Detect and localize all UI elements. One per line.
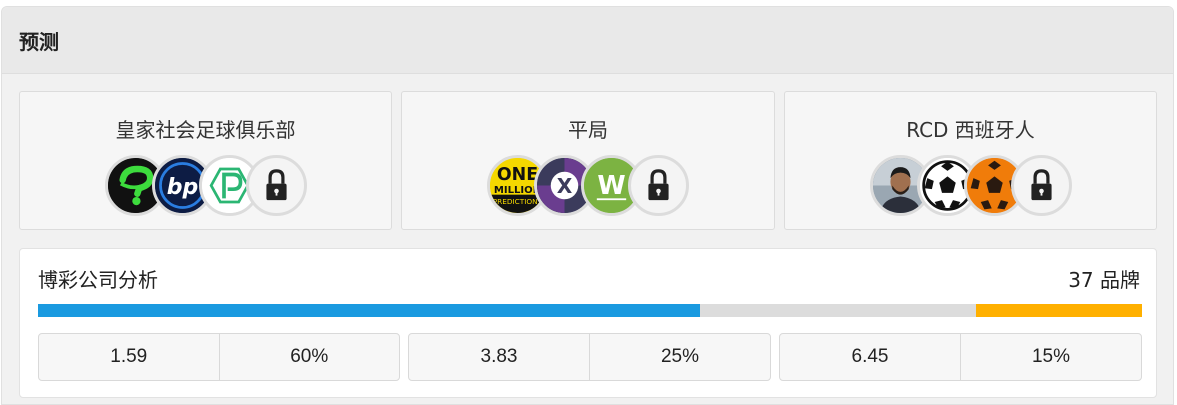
bookmaker-analysis-title: 博彩公司分析 [38,267,158,292]
distribution-segment-home [38,304,701,317]
tipster-avatars-home: bp [104,155,307,216]
odds-boxes: 1.59 60% 3.83 25% 6.45 15% [38,333,1142,382]
x-logo-text: X [557,174,573,198]
prediction-card-draw[interactable]: 平局 ONE MILLION PREDICTIONS X W [401,91,775,230]
odds-box-home[interactable]: 1.59 60% [38,333,400,381]
bookmaker-analysis-card: 博彩公司分析 37 品牌 1.59 60% 3.83 25% 6.45 15% [19,248,1157,398]
one-million-text-3: PREDICTIONS [493,197,543,206]
distribution-segment-draw [700,304,977,317]
odds-value-draw: 3.83 [480,346,518,367]
odds-percent-away: 15% [960,334,1141,380]
w-logo-text: W [597,171,625,201]
panel-header: 预测 [2,7,1173,74]
odds-distribution-bar [38,304,1142,317]
prediction-label-away: RCD 西班牙人 [906,118,1035,142]
odds-value-away: 6.45 [851,346,889,367]
distribution-segment-away [976,304,1142,317]
bookmaker-count: 37 品牌 [1068,267,1140,292]
odds-box-away[interactable]: 6.45 15% [779,333,1142,381]
locked-tipster[interactable] [245,155,307,216]
one-million-text-1: ONE [497,165,538,185]
lock-icon [1030,169,1052,201]
lock-icon [265,169,287,201]
prediction-label-home: 皇家社会足球俱乐部 [115,118,296,142]
odds-value-home: 1.59 [110,346,148,367]
prediction-card-away[interactable]: RCD 西班牙人 [784,91,1157,230]
tipster-avatars-away [869,155,1072,216]
odds-percent-home: 60% [218,334,400,380]
locked-tipster[interactable] [628,155,689,216]
locked-tipster[interactable] [1010,155,1072,216]
tipster-avatars-draw: ONE MILLION PREDICTIONS X W [487,155,689,216]
odds-box-draw[interactable]: 3.83 25% [408,333,771,381]
prediction-card-home[interactable]: 皇家社会足球俱乐部 bp [19,91,392,230]
bookmaker-analysis-header: 博彩公司分析 37 品牌 [38,265,1140,292]
bp-logo-text: bp [166,175,198,200]
predictions-panel: 预测 皇家社会足球俱乐部 bp 平局 ONE MILLION PREDICTIO… [1,6,1174,405]
prediction-label-draw: 平局 [568,118,608,142]
lock-icon [648,169,669,201]
panel-title: 预测 [19,29,59,54]
odds-percent-draw: 25% [589,334,770,380]
